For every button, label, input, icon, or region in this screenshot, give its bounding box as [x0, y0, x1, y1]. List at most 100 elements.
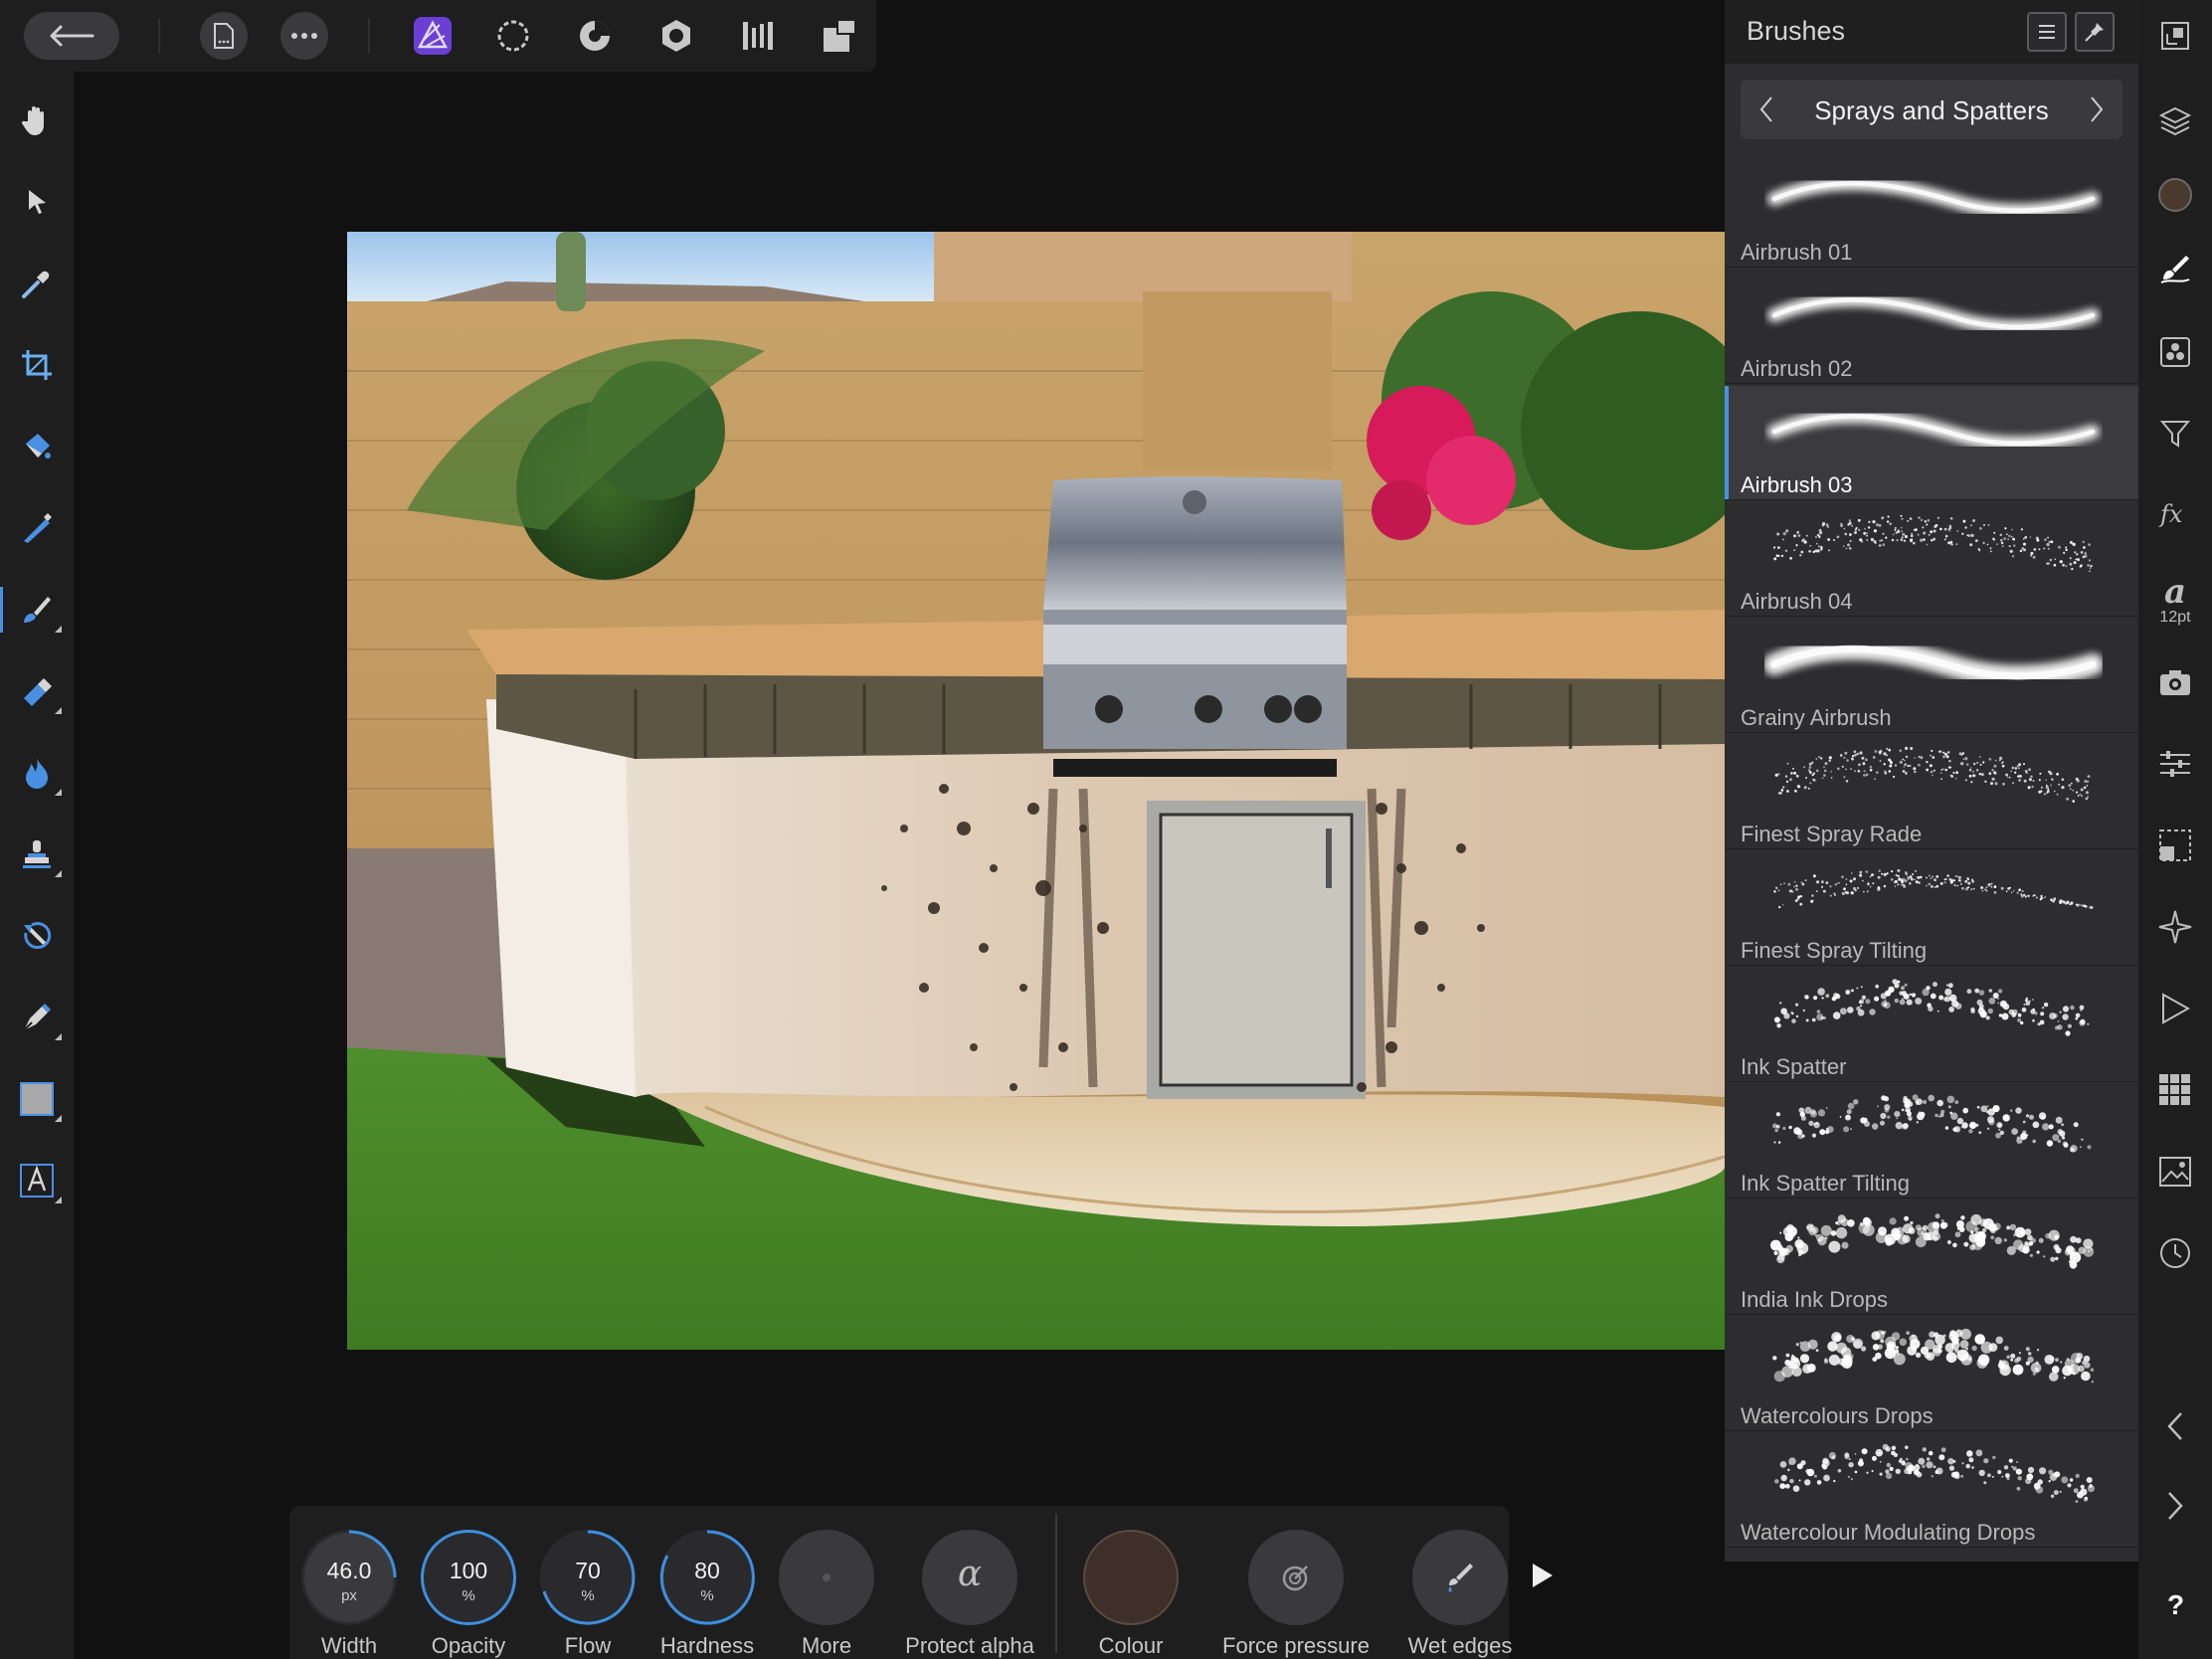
protect-alpha-button[interactable]: α: [922, 1530, 1017, 1625]
transform-button[interactable]: [2151, 822, 2199, 869]
brush-name: Watercolours Drops: [1741, 1403, 1934, 1428]
context-divider: [1055, 1514, 1057, 1653]
brushes-icon: [2158, 252, 2192, 285]
swatches-icon: [2158, 1073, 2192, 1107]
rectangle-icon: [19, 1081, 55, 1117]
brush-stroke-preview: [1770, 1213, 2095, 1269]
navigator-compass-icon: [2157, 909, 2193, 945]
context-expand-button[interactable]: [1523, 1546, 1563, 1605]
more-button[interactable]: [779, 1530, 874, 1625]
develop-persona-button[interactable]: [571, 12, 619, 60]
back-button[interactable]: [24, 12, 119, 60]
flood-fill-tool[interactable]: [8, 418, 66, 475]
adjustments-button[interactable]: [2151, 410, 2199, 458]
text-style-button[interactable]: a: [2151, 567, 2199, 615]
brush-item[interactable]: Finest Spray Tilting: [1725, 851, 2138, 966]
clone-brush-tool[interactable]: [8, 826, 66, 883]
brush-name: Watercolour Modulating Drops: [1741, 1520, 2036, 1545]
wet-edges-control[interactable]: Wet edges: [1400, 1518, 1520, 1658]
layers-button[interactable]: [2151, 97, 2199, 145]
liquify-persona-button[interactable]: [489, 12, 537, 60]
hand-tool[interactable]: [8, 92, 66, 149]
color-picker-tool[interactable]: [8, 255, 66, 312]
swatches-button[interactable]: [2151, 1066, 2199, 1114]
collapse-right-button[interactable]: [2151, 1482, 2199, 1530]
next-category-button[interactable]: [2077, 90, 2117, 129]
brush-stroke-preview: [1773, 979, 2090, 1036]
tool-flyout-indicator: [55, 707, 62, 714]
brush-item[interactable]: Finest Spray Rade: [1725, 735, 2138, 849]
snapshots-icon: [2158, 667, 2192, 697]
brush-name: Airbrush 03: [1741, 472, 1853, 497]
burn-brush-tool[interactable]: [8, 744, 66, 802]
stamp-icon: [20, 837, 54, 871]
tool-flyout-indicator: [55, 626, 62, 633]
brush-item[interactable]: Grainy Airbrush: [1725, 619, 2138, 733]
document-canvas[interactable]: [347, 232, 1725, 1350]
brushes-panel-button[interactable]: [2151, 245, 2199, 292]
text-style-icon: a: [2158, 573, 2192, 609]
selection-brush-tool[interactable]: [8, 499, 66, 557]
stock-button[interactable]: [2151, 1148, 2199, 1196]
photo-image: [347, 232, 1725, 1350]
brush-item[interactable]: Ink Spatter: [1725, 968, 2138, 1082]
force-pressure-control[interactable]: Force pressure: [1222, 1518, 1370, 1658]
hardness-value: 80: [694, 1558, 720, 1583]
tone-mapping-persona-button[interactable]: [652, 12, 700, 60]
color-panel-button[interactable]: [2151, 171, 2199, 219]
brush-item[interactable]: Ink Spatter Tilting: [1725, 1084, 2138, 1198]
brush-category-selector[interactable]: Sprays and Spatters: [1741, 80, 2122, 139]
brush-item[interactable]: Watercolour Modulating Drops: [1725, 1433, 2138, 1548]
document-icon: [212, 22, 236, 50]
brush-item[interactable]: Watercolours Drops: [1725, 1317, 2138, 1431]
brush-name: Airbrush 01: [1741, 240, 1853, 265]
document-button[interactable]: [200, 12, 248, 60]
help-button[interactable]: ?: [2151, 1579, 2199, 1627]
brush-item[interactable]: Airbrush 01: [1725, 153, 2138, 268]
macro-button[interactable]: [2151, 985, 2199, 1032]
channels-button[interactable]: [2151, 328, 2199, 376]
erase-brush-tool[interactable]: [8, 662, 66, 720]
sliders-button[interactable]: [2151, 740, 2199, 788]
colour-swatch-button[interactable]: [1083, 1530, 1179, 1625]
tool-flyout-indicator: [55, 1197, 62, 1203]
crop-tool[interactable]: [8, 336, 66, 394]
panel-pin-button[interactable]: [2075, 12, 2115, 52]
panel-menu-button[interactable]: [2027, 12, 2067, 52]
opacity-unit: %: [461, 1587, 475, 1604]
photo-persona-button[interactable]: [409, 12, 457, 60]
undo-brush-tool[interactable]: [8, 907, 66, 965]
layout-button[interactable]: [816, 12, 863, 60]
text-icon: [19, 1163, 55, 1198]
brush-name: India Ink Drops: [1741, 1287, 1888, 1312]
more-button[interactable]: [280, 12, 328, 60]
brush-item[interactable]: India Ink Drops: [1725, 1200, 2138, 1315]
panel-title: Brushes: [1747, 16, 1846, 46]
colour-control[interactable]: Colour: [1071, 1518, 1191, 1658]
text-tool[interactable]: [8, 1152, 66, 1209]
wet-edges-button[interactable]: [1412, 1530, 1508, 1625]
rectangle-tool[interactable]: [8, 1070, 66, 1128]
navigator-compass-button[interactable]: [2151, 903, 2199, 951]
brush-stroke-preview: [1773, 514, 2093, 573]
undo-brush-icon: [20, 919, 54, 953]
brush-item[interactable]: Airbrush 03: [1725, 386, 2138, 500]
pointer-icon: [22, 187, 52, 217]
protect-alpha-control[interactable]: α Protect alpha: [905, 1518, 1034, 1658]
brush-item[interactable]: Airbrush 02: [1725, 270, 2138, 384]
collapse-left-button[interactable]: [2151, 1402, 2199, 1450]
export-persona-button[interactable]: [734, 12, 782, 60]
navigator-button[interactable]: [2151, 12, 2199, 60]
paint-brush-tool[interactable]: [0, 581, 66, 639]
force-pressure-button[interactable]: [1248, 1530, 1344, 1625]
brush-item[interactable]: Airbrush 04: [1725, 502, 2138, 617]
eyedropper-icon: [20, 267, 54, 300]
history-button[interactable]: [2151, 1229, 2199, 1277]
brush-stroke-preview: [1764, 638, 2103, 687]
pen-tool[interactable]: [8, 989, 66, 1046]
liquify-persona-icon: [495, 18, 531, 54]
snapshots-button[interactable]: [2151, 658, 2199, 706]
move-tool[interactable]: [8, 173, 66, 231]
effects-button[interactable]: fx: [2151, 491, 2199, 539]
more-control[interactable]: More: [767, 1518, 886, 1658]
